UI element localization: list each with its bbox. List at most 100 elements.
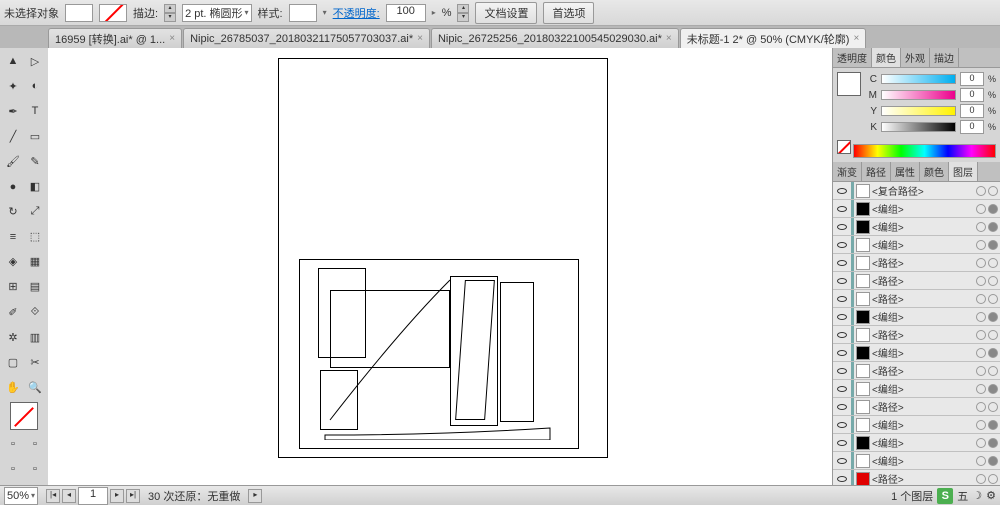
channel-value[interactable]: 0 (960, 88, 984, 102)
spectrum-slider[interactable] (853, 144, 996, 158)
layer-row[interactable]: <编组> (833, 380, 1000, 398)
tools-icon[interactable]: ⚙ (986, 489, 996, 502)
selection-indicator[interactable] (988, 438, 998, 448)
visibility-toggle[interactable] (835, 256, 849, 270)
visibility-toggle[interactable] (835, 274, 849, 288)
doc-setup-button[interactable]: 文档设置 (475, 2, 537, 24)
eraser-tool[interactable]: ◧ (24, 176, 46, 198)
panel-tab[interactable]: 描边 (930, 48, 959, 67)
selection-tool[interactable]: ▲ (2, 50, 24, 72)
opacity-caret[interactable]: ▸ (432, 8, 436, 17)
fill-stroke-swatch[interactable] (2, 402, 46, 430)
visibility-toggle[interactable] (835, 418, 849, 432)
panel-tab[interactable]: 路径 (862, 162, 891, 181)
channel-slider[interactable] (881, 90, 956, 100)
layer-row[interactable]: <路径> (833, 290, 1000, 308)
panel-tab[interactable]: 图层 (949, 162, 978, 181)
visibility-toggle[interactable] (835, 454, 849, 468)
direct-select-tool[interactable]: ▷ (24, 50, 46, 72)
last-page-button[interactable]: ▸| (126, 489, 140, 503)
selection-indicator[interactable] (988, 384, 998, 394)
rotate-tool[interactable]: ↻ (2, 201, 24, 223)
screen-mode-icon[interactable]: ▫ (24, 458, 46, 480)
mesh-tool[interactable]: ⊞ (2, 276, 24, 298)
perspective-tool[interactable]: ▦ (24, 251, 46, 273)
channel-slider[interactable] (881, 74, 956, 84)
layer-row[interactable]: <编组> (833, 200, 1000, 218)
target-icon[interactable] (976, 312, 986, 322)
page-input[interactable]: 1 (78, 487, 108, 505)
visibility-toggle[interactable] (835, 472, 849, 486)
selection-indicator[interactable] (988, 294, 998, 304)
target-icon[interactable] (976, 348, 986, 358)
document-tab[interactable]: 16959 [转换].ai* @ 1...× (48, 28, 182, 48)
selection-indicator[interactable] (988, 420, 998, 430)
visibility-toggle[interactable] (835, 220, 849, 234)
magic-wand-tool[interactable]: ✦ (2, 75, 24, 97)
document-tab[interactable]: 未标题-1 2* @ 50% (CMYK/轮廓)× (680, 28, 867, 48)
zoom-tool[interactable]: 🔍 (24, 376, 46, 398)
opacity-spinner[interactable]: ▴▾ (457, 4, 469, 22)
close-icon[interactable]: × (853, 33, 859, 44)
layer-row[interactable]: <路径> (833, 362, 1000, 380)
stroke-spinner[interactable]: ▴▾ (164, 4, 176, 22)
selection-indicator[interactable] (988, 474, 998, 484)
panel-tab[interactable]: 颜色 (872, 48, 901, 67)
blend-tool[interactable]: ⟐ (24, 301, 46, 323)
gradient-tool[interactable]: ▤ (24, 276, 46, 298)
selection-indicator[interactable] (988, 348, 998, 358)
panel-tab[interactable]: 渐变 (833, 162, 862, 181)
visibility-toggle[interactable] (835, 382, 849, 396)
opacity-input[interactable]: 100 (386, 4, 426, 22)
layer-row[interactable]: <路径> (833, 272, 1000, 290)
layer-row[interactable]: <编组> (833, 308, 1000, 326)
pencil-tool[interactable]: ✎ (24, 150, 46, 172)
layer-row[interactable]: <编组> (833, 434, 1000, 452)
target-icon[interactable] (976, 366, 986, 376)
moon-icon[interactable]: ☽ (972, 489, 982, 502)
target-icon[interactable] (976, 384, 986, 394)
blob-brush-tool[interactable]: ● (2, 176, 24, 198)
channel-value[interactable]: 0 (960, 104, 984, 118)
document-tab[interactable]: Nipic_26725256_20180322100545029030.ai*× (431, 28, 679, 48)
symbol-sprayer-tool[interactable]: ✲ (2, 326, 24, 348)
canvas[interactable] (48, 48, 832, 485)
type-tool[interactable]: T (24, 100, 46, 122)
layer-row[interactable]: <编组> (833, 218, 1000, 236)
fill-swatch[interactable] (65, 4, 93, 22)
visibility-toggle[interactable] (835, 202, 849, 216)
lasso-tool[interactable]: ◐ (24, 75, 46, 97)
selection-indicator[interactable] (988, 276, 998, 286)
channel-value[interactable]: 0 (960, 120, 984, 134)
color-mode-icon[interactable]: ▫ (2, 433, 24, 455)
style-caret[interactable]: ▾ (323, 8, 327, 17)
layer-row[interactable]: <编组> (833, 344, 1000, 362)
target-icon[interactable] (976, 330, 986, 340)
selection-indicator[interactable] (988, 456, 998, 466)
target-icon[interactable] (976, 456, 986, 466)
target-icon[interactable] (976, 186, 986, 196)
layer-row[interactable]: <编组> (833, 452, 1000, 470)
none-mode-icon[interactable]: ▫ (2, 458, 24, 480)
prefs-button[interactable]: 首选项 (543, 2, 594, 24)
visibility-toggle[interactable] (835, 436, 849, 450)
close-icon[interactable]: × (666, 33, 672, 44)
layer-row[interactable]: <复合路径> (833, 182, 1000, 200)
target-icon[interactable] (976, 294, 986, 304)
selection-indicator[interactable] (988, 240, 998, 250)
visibility-toggle[interactable] (835, 328, 849, 342)
visibility-toggle[interactable] (835, 238, 849, 252)
graph-tool[interactable]: ▥ (24, 326, 46, 348)
target-icon[interactable] (976, 258, 986, 268)
brush-tool[interactable]: 🖌 (2, 150, 24, 172)
opacity-label[interactable]: 不透明度: (333, 5, 380, 21)
style-swatch[interactable] (289, 4, 317, 22)
rectangle-tool[interactable]: ▭ (24, 125, 46, 147)
none-swatch[interactable] (837, 140, 851, 154)
artboard-tool[interactable]: ▢ (2, 351, 24, 373)
pen-tool[interactable]: ✒ (2, 100, 24, 122)
panel-tab[interactable]: 外观 (901, 48, 930, 67)
layer-row[interactable]: <编组> (833, 236, 1000, 254)
panel-tab[interactable]: 透明度 (833, 48, 872, 67)
zoom-dropdown[interactable]: 50%▾ (4, 487, 38, 505)
